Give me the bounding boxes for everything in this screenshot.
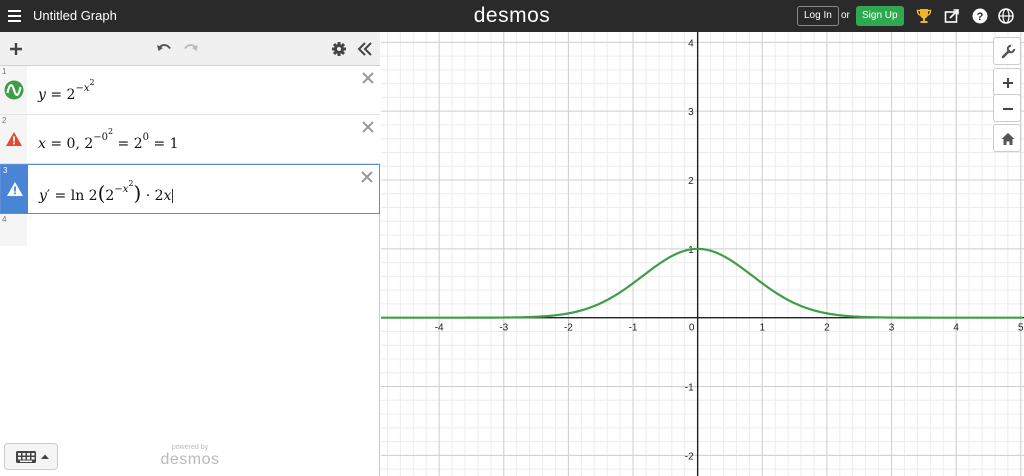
warning-icon[interactable] [5,179,25,199]
zoom-in-button[interactable] [993,68,1021,96]
zoom-out-icon [1003,108,1013,110]
graph-plot[interactable]: -4 -3 -2 -1 0 1 2 3 4 54321-1-2 [381,32,1024,476]
expression-gutter[interactable]: 2 [0,115,27,163]
expression-row-1[interactable]: 1 y = 2−x2 [0,66,380,115]
expression-row-4[interactable]: 4 [0,214,27,246]
y-tick-label: 4 [688,38,694,49]
warning-icon[interactable] [4,129,24,149]
share-icon[interactable] [943,7,961,25]
default-viewport-button[interactable] [993,124,1021,152]
expression-math-input[interactable]: y′ = ln 2(2−x2) · 2x [39,179,174,205]
help-icon[interactable]: ? [971,7,989,25]
expression-number: 3 [3,166,8,175]
keypad-toggle-button[interactable] [4,443,58,470]
home-icon [1001,133,1015,145]
expression-number: 4 [2,215,7,224]
graph-title[interactable]: Untitled Graph [33,8,117,23]
graph-color-icon[interactable] [4,80,24,100]
text-cursor [172,189,174,203]
zoom-out-button[interactable] [993,94,1021,122]
expression-row-3[interactable]: 3 y′ = ln 2(2−x2) · 2x [0,164,380,214]
delete-expression-icon[interactable] [361,71,375,85]
expression-gutter[interactable]: 3 [1,165,28,213]
x-tick-label: -4 [435,323,444,334]
x-tick-label: 2 [824,323,830,334]
add-icon[interactable] [7,40,25,58]
x-tick-label: -3 [499,323,508,334]
x-tick-label: 1 [759,323,765,334]
login-button[interactable]: Log In [797,6,839,26]
y-tick-label: 2 [688,176,694,187]
powered-by-logo[interactable]: powered by desmos [140,444,240,469]
y-tick-label: -1 [685,383,694,394]
function-curve [381,247,1023,319]
wrench-icon [1001,44,1016,59]
trophy-icon[interactable] [915,7,933,25]
expression-math[interactable]: y = 2−x2 [38,78,95,103]
x-tick-label: 5 [1018,323,1024,334]
delete-expression-icon[interactable] [360,170,374,184]
svg-text:?: ? [977,11,984,23]
x-tick-label: 0 [689,323,695,334]
y-tick-label: 3 [688,107,694,118]
graph-settings-button[interactable] [993,37,1021,65]
signup-button[interactable]: Sign Up [856,6,904,26]
expression-gutter[interactable]: 1 [0,66,27,114]
y-tick-label: -2 [685,451,694,462]
menu-icon[interactable] [7,8,23,24]
x-tick-label: 3 [889,323,895,334]
x-tick-label: 4 [953,323,959,334]
redo-icon[interactable] [182,40,200,58]
graph-canvas[interactable]: -4 -3 -2 -1 0 1 2 3 4 5 4 3 2 1 -1 -2 [381,32,1024,476]
expression-number: 1 [2,67,7,76]
expression-row-2[interactable]: 2 x = 0, 2−02 = 20 = 1 [0,115,380,164]
globe-icon[interactable] [997,7,1015,25]
x-tick-label: -2 [564,323,573,334]
x-tick-label: -1 [629,323,638,334]
top-bar: Untitled Graph desmos Log In or Sign Up … [0,0,1024,32]
expression-list-panel: 1 y = 2−x2 2 x = 0, 2−02 = 20 = 1 3 y′ =… [0,32,380,476]
settings-icon[interactable] [330,40,348,58]
undo-icon[interactable] [155,40,173,58]
expression-number: 2 [2,116,7,125]
delete-expression-icon[interactable] [361,120,375,134]
zoom-in-icon [1003,78,1013,88]
expression-math[interactable]: x = 0, 2−02 = 20 = 1 [38,127,179,152]
expression-toolbar [0,32,380,66]
or-label: or [841,10,850,21]
collapse-panel-icon[interactable] [356,40,374,58]
